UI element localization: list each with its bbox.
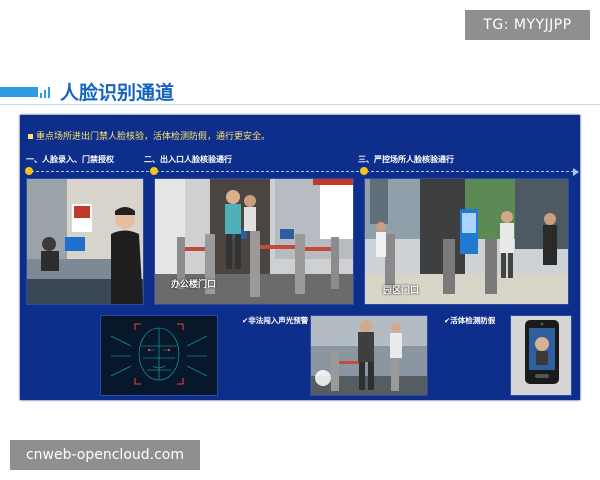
- office-gate-caption: 办公楼门口: [171, 280, 217, 290]
- liveness-feature-label: ✔活体检测防假: [444, 316, 496, 325]
- face-scan-image: [100, 315, 218, 396]
- liveness-device-photo: [510, 315, 572, 396]
- timeline-arrow-icon: [573, 168, 579, 176]
- bullet-square-icon: [28, 134, 33, 139]
- header-accent-bar: [0, 87, 38, 97]
- telegram-badge: TG: MYYJJPP: [465, 10, 590, 40]
- step-3-label: 三、严控场所人脸核验通行: [358, 155, 454, 164]
- park-gate-caption: 园区门口: [383, 286, 420, 296]
- timeline-dot: [25, 167, 33, 175]
- slide-panel: 重点场所进出门禁人脸核验，活体检测防假，通行更安全。 一、人脸录入、门禁授权 二…: [20, 115, 580, 400]
- timeline-dot: [150, 167, 158, 175]
- timeline-line: [26, 171, 574, 173]
- step-2-label: 二、出入口人脸核验通行: [144, 155, 232, 164]
- park-gate-photo: 园区门口: [364, 178, 569, 305]
- site-watermark: cnweb-opencloud.com: [10, 440, 200, 470]
- slide-headline: 重点场所进出门禁人脸核验，活体检测防假，通行更安全。: [28, 129, 270, 142]
- page-title: 人脸识别通道: [60, 82, 175, 104]
- office-gate-photo: 办公楼门口: [154, 178, 354, 305]
- enrollment-photo: [26, 178, 144, 305]
- intrusion-alarm-photo: [310, 315, 428, 396]
- alarm-feature-label: ✔非法闯入声光预警: [242, 316, 309, 325]
- header-signal-icon: [40, 86, 52, 98]
- title-divider: [0, 104, 600, 105]
- step-1-label: 一、人脸录入、门禁授权: [26, 155, 114, 164]
- timeline-dot: [360, 167, 368, 175]
